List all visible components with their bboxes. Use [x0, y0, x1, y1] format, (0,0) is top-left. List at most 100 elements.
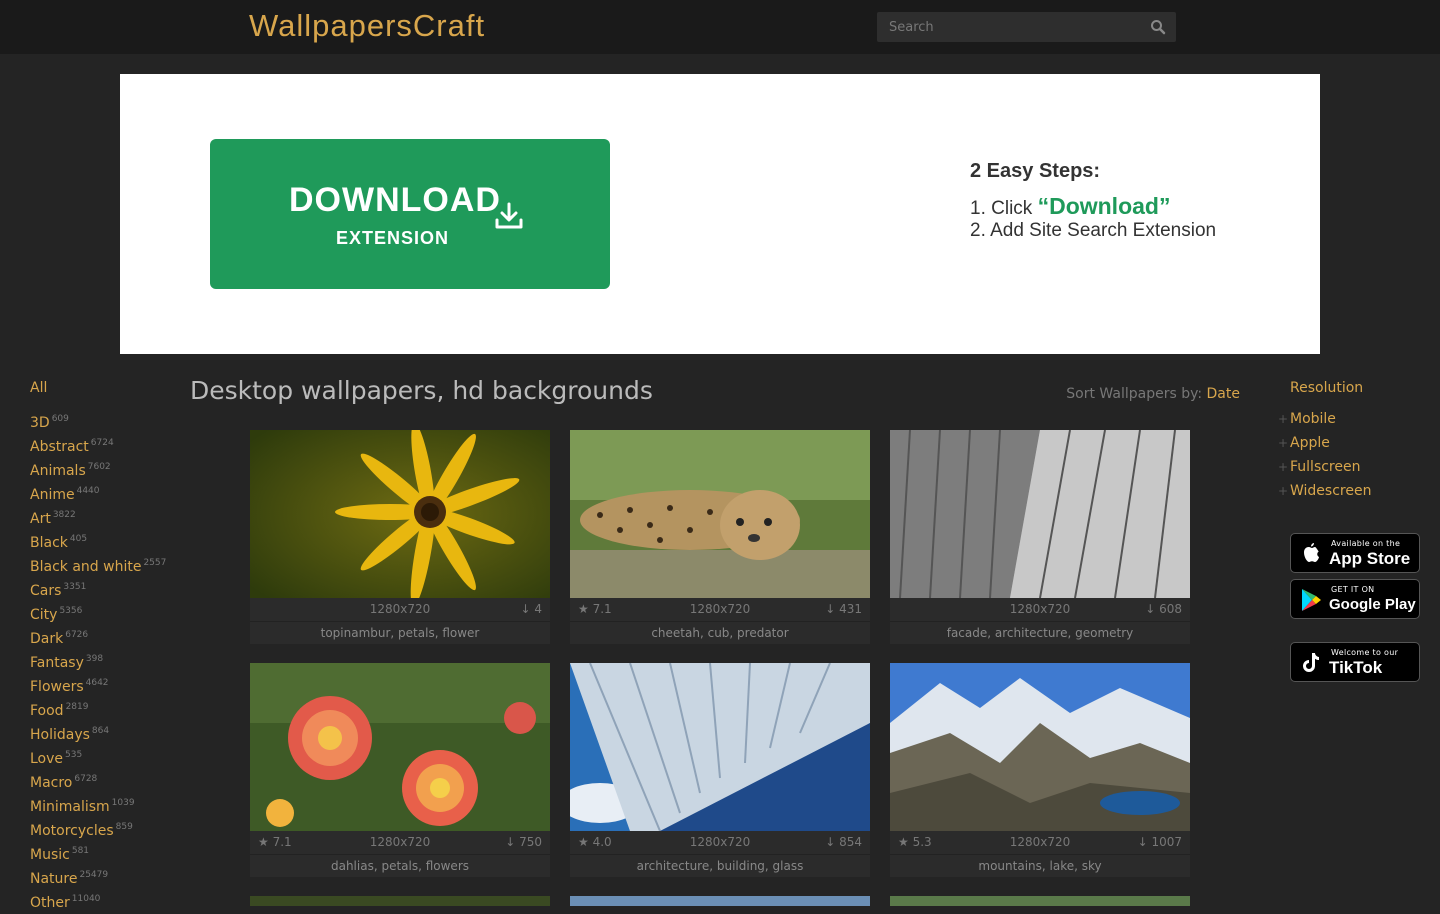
category-dark[interactable]: Dark 6726 [30, 624, 180, 648]
category-count: 7602 [87, 462, 111, 472]
tiktok-badge[interactable]: Welcome to our TikTok [1290, 642, 1420, 682]
wallpaper-tags[interactable]: topinambur, petals, flower [250, 621, 550, 645]
category-music[interactable]: Music 581 [30, 840, 180, 864]
category-label: Cars [30, 583, 62, 599]
wallpaper-thumbnail[interactable] [570, 430, 870, 598]
category-count: 535 [65, 750, 83, 760]
category-label: Motorcycles [30, 823, 114, 839]
category-all[interactable]: All [30, 378, 180, 408]
wallpaper-meta: 1280x720 ↓ 608 [890, 598, 1190, 620]
category-motorcycles[interactable]: Motorcycles 859 [30, 816, 180, 840]
search-input[interactable] [877, 12, 1149, 42]
resolution-apple[interactable]: + Apple [1278, 432, 1428, 456]
category-count: 6728 [74, 774, 98, 784]
category-label: Holidays [30, 727, 90, 743]
wallpaper-tags[interactable]: architecture, building, glass [570, 854, 870, 878]
app-store-badge[interactable]: Available on the App Store [1290, 533, 1420, 573]
wallpaper-card[interactable]: 1280x720 ↓ 608 facade, architecture, geo… [890, 430, 1190, 644]
site-header: WallpapersCraft [0, 0, 1440, 54]
wallpaper-tags[interactable]: mountains, lake, sky [890, 854, 1190, 878]
wallpaper-thumbnail[interactable] [890, 896, 1190, 906]
category-count: 1039 [111, 798, 135, 808]
category-food[interactable]: Food 2819 [30, 696, 180, 720]
category-anime[interactable]: Anime 4440 [30, 480, 180, 504]
resolution-label: Widescreen [1290, 483, 1372, 499]
category-black[interactable]: Black 405 [30, 528, 180, 552]
resolution-label: Mobile [1290, 411, 1336, 427]
category-label: Minimalism [30, 799, 110, 815]
wallpaper-card[interactable]: ★ 5.3 1280x720 ↓ 1007 mountains, lake, s… [890, 663, 1190, 877]
category-count: 3822 [52, 510, 76, 520]
category-count: 2557 [143, 558, 167, 568]
wallpaper-thumbnail[interactable] [250, 896, 550, 906]
wallpaper-thumbnail[interactable] [250, 430, 550, 598]
category-label: Abstract [30, 439, 89, 455]
category-fantasy[interactable]: Fantasy 398 [30, 648, 180, 672]
sort-label: Sort Wallpapers by: [1066, 386, 1207, 402]
category-city[interactable]: City 5356 [30, 600, 180, 624]
wallpaper-thumbnail[interactable] [250, 663, 550, 831]
search-icon[interactable] [1150, 19, 1166, 35]
page-title: Desktop wallpapers, hd backgrounds [190, 376, 653, 405]
category-flowers[interactable]: Flowers 4642 [30, 672, 180, 696]
google-play-badge[interactable]: GET IT ON Google Play [1290, 579, 1420, 619]
category-black-and-white[interactable]: Black and white 2557 [30, 552, 180, 576]
wallpaper-thumbnail[interactable] [570, 663, 870, 831]
download-extension-button[interactable]: DOWNLOAD EXTENSION [210, 139, 610, 289]
app-store-big: App Store [1329, 549, 1411, 568]
category-count: 859 [115, 822, 133, 832]
category-count: 864 [91, 726, 110, 736]
wallpaper-resolution: 1280x720 [369, 602, 431, 616]
category-count: 4642 [85, 678, 109, 688]
download-count: 854 [839, 835, 862, 849]
download-count: 750 [519, 835, 542, 849]
plus-icon: + [1278, 436, 1289, 450]
category-count: 398 [85, 654, 104, 664]
category-sidebar: All 3D 609 Abstract 6724 Animals 7602 Anime 444… [30, 378, 180, 912]
site-logo[interactable]: WallpapersCraft [249, 6, 485, 46]
download-count: 608 [1159, 602, 1182, 616]
category-count: 6726 [65, 630, 89, 640]
category-abstract[interactable]: Abstract 6724 [30, 432, 180, 456]
wallpaper-downloads: ↓ 431 [825, 602, 862, 616]
category-macro[interactable]: Macro 6728 [30, 768, 180, 792]
wallpaper-downloads: ↓ 1007 [1137, 835, 1182, 849]
category-other[interactable]: Other 11040 [30, 888, 180, 912]
wallpaper-meta: ★ 4.0 1280x720 ↓ 854 [570, 831, 870, 853]
app-store-small: Available on the [1331, 539, 1401, 548]
category-count: 25479 [79, 870, 109, 880]
wallpaper-meta: ★ 5.3 1280x720 ↓ 1007 [890, 831, 1190, 853]
wallpaper-thumbnail[interactable] [890, 663, 1190, 831]
category-animals[interactable]: Animals 7602 [30, 456, 180, 480]
resolution-heading[interactable]: Resolution [1290, 378, 1428, 408]
category-nature[interactable]: Nature 25479 [30, 864, 180, 888]
category-label: Love [30, 751, 64, 767]
wallpaper-card[interactable]: ★ 4.0 1280x720 ↓ 854 architecture, build… [570, 663, 870, 877]
category-3d[interactable]: 3D 609 [30, 408, 180, 432]
wallpaper-thumbnail[interactable] [570, 896, 870, 906]
wallpaper-card[interactable]: ★ 7.1 1280x720 ↓ 750 dahlias, petals, fl… [250, 663, 550, 877]
category-minimalism[interactable]: Minimalism 1039 [30, 792, 180, 816]
download-count: 431 [839, 602, 862, 616]
wallpaper-tags[interactable]: cheetah, cub, predator [570, 621, 870, 645]
wallpaper-card[interactable]: ★ 7.1 1280x720 ↓ 431 cheetah, cub, preda… [570, 430, 870, 644]
step-two: 2. Add Site Search Extension [970, 220, 1217, 241]
resolution-widescreen[interactable]: + Widescreen [1278, 480, 1428, 504]
download-label: DOWNLOAD [289, 181, 501, 219]
resolution-mobile[interactable]: + Mobile [1278, 408, 1428, 432]
category-love[interactable]: Love 535 [30, 744, 180, 768]
category-label: Fantasy [30, 655, 84, 671]
resolution-fullscreen[interactable]: + Fullscreen [1278, 456, 1428, 480]
wallpaper-downloads: ↓ 608 [1145, 602, 1182, 616]
wallpaper-tags[interactable]: dahlias, petals, flowers [250, 854, 550, 878]
category-cars[interactable]: Cars 3351 [30, 576, 180, 600]
sort-value-date[interactable]: Date [1207, 386, 1240, 402]
category-holidays[interactable]: Holidays 864 [30, 720, 180, 744]
ad-banner: DOWNLOAD EXTENSION 2 Easy Steps: 1. Clic… [120, 74, 1320, 354]
wallpaper-tags[interactable]: facade, architecture, geometry [890, 621, 1190, 645]
category-count: 405 [69, 534, 88, 544]
category-count: 5356 [59, 606, 83, 616]
category-art[interactable]: Art 3822 [30, 504, 180, 528]
wallpaper-card[interactable]: 1280x720 ↓ 4 topinambur, petals, flower [250, 430, 550, 644]
wallpaper-thumbnail[interactable] [890, 430, 1190, 598]
